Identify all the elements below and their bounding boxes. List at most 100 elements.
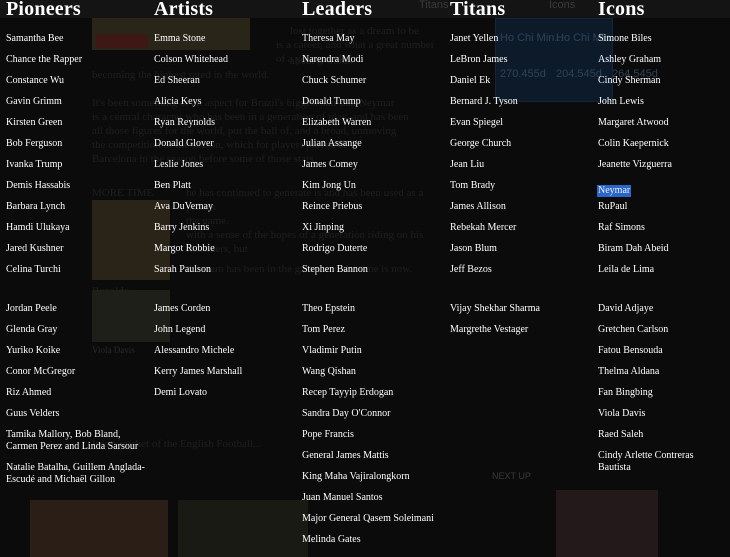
- person-link[interactable]: Margrethe Vestager: [450, 324, 540, 336]
- person-link[interactable]: Donald Trump: [302, 96, 434, 108]
- person-link[interactable]: Ben Platt: [154, 180, 242, 192]
- person-link[interactable]: Barry Jenkins: [154, 222, 242, 234]
- person-link[interactable]: Alicia Keys: [154, 96, 242, 108]
- person-link[interactable]: Demi Lovato: [154, 387, 242, 399]
- person-link[interactable]: David Adjaye: [598, 303, 724, 315]
- person-link[interactable]: Chuck Schumer: [302, 75, 434, 87]
- person-link[interactable]: Colson Whitehead: [154, 54, 242, 66]
- person-link[interactable]: General James Mattis: [302, 450, 434, 462]
- person-link[interactable]: Janet Yellen: [450, 33, 540, 45]
- person-link[interactable]: Reince Priebus: [302, 201, 434, 213]
- person-link[interactable]: Alessandro Michele: [154, 345, 242, 357]
- person-link[interactable]: Evan Spiegel: [450, 117, 540, 129]
- list-item: Jeff Bezos: [450, 264, 540, 285]
- person-link[interactable]: Jean Liu: [450, 159, 540, 171]
- person-link[interactable]: Jeff Bezos: [450, 264, 540, 276]
- person-link[interactable]: Conor McGregor: [6, 366, 146, 378]
- person-link[interactable]: Jeanette Vizguerra: [598, 159, 724, 171]
- person-link[interactable]: Ashley Graham: [598, 54, 724, 66]
- list-item: Glenda Gray: [6, 324, 146, 345]
- person-link[interactable]: Colin Kaepernick: [598, 138, 724, 150]
- list-item: Julian Assange: [302, 138, 434, 159]
- person-link[interactable]: Jason Blum: [450, 243, 540, 255]
- person-link[interactable]: Donald Glover: [154, 138, 242, 150]
- person-link[interactable]: George Church: [450, 138, 540, 150]
- person-link[interactable]: Kim Jong Un: [302, 180, 434, 192]
- person-link[interactable]: James Comey: [302, 159, 434, 171]
- person-link[interactable]: Barbara Lynch: [6, 201, 146, 213]
- person-link[interactable]: Ed Sheeran: [154, 75, 242, 87]
- person-link[interactable]: Leila de Lima: [598, 264, 724, 276]
- person-link[interactable]: Pope Francis: [302, 429, 434, 441]
- person-link[interactable]: John Lewis: [598, 96, 724, 108]
- person-link[interactable]: Ivanka Trump: [6, 159, 146, 171]
- person-link[interactable]: Natalie Batalha, Guillem Anglada-Escudé …: [6, 462, 146, 486]
- person-link[interactable]: Riz Ahmed: [6, 387, 146, 399]
- person-link[interactable]: Leslie Jones: [154, 159, 242, 171]
- person-link[interactable]: Melinda Gates: [302, 534, 434, 546]
- person-link[interactable]: Theo Epstein: [302, 303, 434, 315]
- person-link[interactable]: Ryan Reynolds: [154, 117, 242, 129]
- person-link[interactable]: Simone Biles: [598, 33, 724, 45]
- person-link[interactable]: Kirsten Green: [6, 117, 146, 129]
- person-link[interactable]: Samantha Bee: [6, 33, 146, 45]
- person-link[interactable]: Biram Dah Abeid: [598, 243, 724, 255]
- person-link[interactable]: Ava DuVernay: [154, 201, 242, 213]
- person-link[interactable]: Elizabeth Warren: [302, 117, 434, 129]
- person-link[interactable]: Rebekah Mercer: [450, 222, 540, 234]
- person-link[interactable]: Raed Saleh: [598, 429, 724, 441]
- person-link[interactable]: Sarah Paulson: [154, 264, 242, 276]
- person-link[interactable]: RuPaul: [598, 201, 724, 213]
- list-item: James Allison: [450, 201, 540, 222]
- person-link[interactable]: Jordan Peele: [6, 303, 146, 315]
- person-link[interactable]: Vladimir Putin: [302, 345, 434, 357]
- person-link[interactable]: Glenda Gray: [6, 324, 146, 336]
- person-link[interactable]: Bob Ferguson: [6, 138, 146, 150]
- person-link[interactable]: Xi Jinping: [302, 222, 434, 234]
- person-link[interactable]: Bernard J. Tyson: [450, 96, 540, 108]
- person-link[interactable]: Fan Bingbing: [598, 387, 724, 399]
- person-link[interactable]: Tom Brady: [450, 180, 540, 192]
- person-link[interactable]: Thelma Aldana: [598, 366, 724, 378]
- person-link[interactable]: Vijay Shekhar Sharma: [450, 303, 540, 315]
- person-link[interactable]: Rodrigo Duterte: [302, 243, 434, 255]
- person-link[interactable]: Tamika Mallory, Bob Bland, Carmen Perez …: [6, 429, 146, 453]
- person-link[interactable]: Narendra Modi: [302, 54, 434, 66]
- person-link[interactable]: James Corden: [154, 303, 242, 315]
- person-link[interactable]: Stephen Bannon: [302, 264, 434, 276]
- person-link[interactable]: Recep Tayyip Erdogan: [302, 387, 434, 399]
- person-link[interactable]: Constance Wu: [6, 75, 146, 87]
- person-link[interactable]: Jared Kushner: [6, 243, 146, 255]
- person-link[interactable]: Demis Hassabis: [6, 180, 146, 192]
- person-link[interactable]: Sandra Day O'Connor: [302, 408, 434, 420]
- person-link[interactable]: LeBron James: [450, 54, 540, 66]
- person-link[interactable]: Gretchen Carlson: [598, 324, 724, 336]
- person-link[interactable]: John Legend: [154, 324, 242, 336]
- person-link[interactable]: Viola Davis: [598, 408, 724, 420]
- person-link[interactable]: Cindy Arlette Contreras Bautista: [598, 450, 724, 474]
- person-link[interactable]: Margaret Atwood: [598, 117, 724, 129]
- person-link[interactable]: James Allison: [450, 201, 540, 213]
- person-link[interactable]: Tom Perez: [302, 324, 434, 336]
- person-link[interactable]: Neymar: [597, 185, 632, 197]
- person-link[interactable]: Gavin Grimm: [6, 96, 146, 108]
- person-link[interactable]: King Maha Vajiralongkorn: [302, 471, 434, 483]
- person-link[interactable]: Hamdi Ulukaya: [6, 222, 146, 234]
- person-link[interactable]: Emma Stone: [154, 33, 242, 45]
- person-link[interactable]: Daniel Ek: [450, 75, 540, 87]
- person-link[interactable]: Fatou Bensouda: [598, 345, 724, 357]
- person-link[interactable]: Raf Simons: [598, 222, 724, 234]
- person-link[interactable]: Celina Turchi: [6, 264, 146, 276]
- person-link[interactable]: Guus Velders: [6, 408, 146, 420]
- person-link[interactable]: Theresa May: [302, 33, 434, 45]
- person-link[interactable]: Chance the Rapper: [6, 54, 146, 66]
- list-item: Ben Platt: [154, 180, 242, 201]
- person-link[interactable]: Kerry James Marshall: [154, 366, 242, 378]
- person-link[interactable]: Cindy Sherman: [598, 75, 724, 87]
- person-link[interactable]: Juan Manuel Santos: [302, 492, 434, 504]
- person-link[interactable]: Margot Robbie: [154, 243, 242, 255]
- person-link[interactable]: Yuriko Koike: [6, 345, 146, 357]
- person-link[interactable]: Major General Qasem Soleimani: [302, 513, 434, 525]
- person-link[interactable]: Wang Qishan: [302, 366, 434, 378]
- person-link[interactable]: Julian Assange: [302, 138, 434, 150]
